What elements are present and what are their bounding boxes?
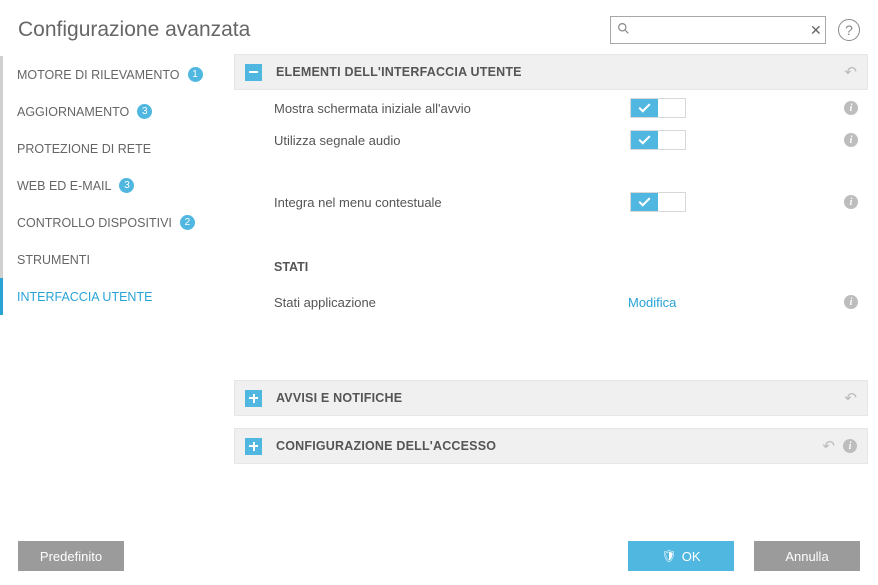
sidebar-item-label: WEB ED E-MAIL [17, 179, 111, 193]
section-header-alerts[interactable]: AVVISI E NOTIFICHE ↶ [234, 380, 868, 416]
cancel-button[interactable]: Annulla [754, 541, 860, 571]
sidebar-badge: 1 [188, 67, 203, 82]
setting-row: Integra nel menu contestuale i [234, 186, 868, 218]
info-icon[interactable]: i [844, 133, 858, 147]
sidebar-item-label: CONTROLLO DISPOSITIVI [17, 216, 172, 230]
sidebar-badge: 2 [180, 215, 195, 230]
section-subheader-states: STATI [234, 248, 868, 286]
sidebar-item-label: MOTORE DI RILEVAMENTO [17, 68, 180, 82]
sidebar-item-network-protection[interactable]: PROTEZIONE DI RETE [0, 130, 234, 167]
setting-label: Integra nel menu contestuale [274, 195, 628, 210]
section-header-ui-elements[interactable]: ELEMENTI DELL'INTERFACCIA UTENTE ↶ [234, 54, 868, 90]
info-icon[interactable]: i [843, 439, 857, 453]
ok-label: OK [682, 549, 701, 564]
section-title: ELEMENTI DELL'INTERFACCIA UTENTE [276, 65, 838, 79]
info-icon[interactable]: i [844, 101, 858, 115]
section-title: CONFIGURAZIONE DELL'ACCESSO [276, 439, 816, 453]
clear-search-icon[interactable]: ✕ [810, 22, 822, 39]
search-icon [617, 22, 630, 38]
section-header-access[interactable]: CONFIGURAZIONE DELL'ACCESSO ↶ i [234, 428, 868, 464]
search-input-wrap[interactable]: ✕ [610, 16, 826, 44]
sidebar-item-tools[interactable]: STRUMENTI [0, 241, 234, 278]
sidebar-badge: 3 [119, 178, 134, 193]
shield-icon: 🛡 [661, 549, 676, 563]
sidebar-item-label: STRUMENTI [17, 253, 90, 267]
setting-label: Mostra schermata iniziale all'avvio [274, 101, 628, 116]
collapse-icon[interactable] [245, 64, 262, 81]
sidebar-item-web-email[interactable]: WEB ED E-MAIL 3 [0, 167, 234, 204]
content: ELEMENTI DELL'INTERFACCIA UTENTE ↶ Mostr… [234, 54, 878, 532]
sidebar-item-label: INTERFACCIA UTENTE [17, 290, 152, 304]
toggle-context-menu[interactable] [630, 192, 686, 212]
toggle-audio-signal[interactable] [630, 130, 686, 150]
info-icon[interactable]: i [844, 195, 858, 209]
search-input[interactable] [634, 23, 810, 38]
reset-icon[interactable]: ↶ [822, 437, 835, 455]
section-title: AVVISI E NOTIFICHE [276, 391, 838, 405]
help-button[interactable]: ? [838, 19, 860, 41]
page-title: Configurazione avanzata [18, 18, 610, 42]
sidebar-item-label: AGGIORNAMENTO [17, 105, 129, 119]
sidebar-item-label: PROTEZIONE DI RETE [17, 142, 151, 156]
ok-button[interactable]: 🛡 OK [628, 541, 734, 571]
setting-row: Utilizza segnale audio i [234, 124, 868, 156]
reset-icon[interactable]: ↶ [844, 389, 857, 407]
header: Configurazione avanzata ✕ ? [0, 0, 878, 54]
sidebar: MOTORE DI RILEVAMENTO 1 AGGIORNAMENTO 3 … [0, 54, 234, 532]
sidebar-item-detection-engine[interactable]: MOTORE DI RILEVAMENTO 1 [0, 56, 234, 93]
footer: Predefinito 🛡 OK Annulla [0, 527, 878, 585]
setting-row: Stati applicazione Modifica i [234, 286, 868, 318]
info-icon[interactable]: i [844, 295, 858, 309]
setting-label: Utilizza segnale audio [274, 133, 628, 148]
toggle-splash-screen[interactable] [630, 98, 686, 118]
sidebar-item-update[interactable]: AGGIORNAMENTO 3 [0, 93, 234, 130]
reset-icon[interactable]: ↶ [844, 63, 857, 81]
default-button[interactable]: Predefinito [18, 541, 124, 571]
expand-icon[interactable] [245, 390, 262, 407]
edit-states-link[interactable]: Modifica [628, 295, 692, 310]
sidebar-item-device-control[interactable]: CONTROLLO DISPOSITIVI 2 [0, 204, 234, 241]
sidebar-badge: 3 [137, 104, 152, 119]
setting-label: Stati applicazione [274, 295, 628, 310]
setting-row: Mostra schermata iniziale all'avvio i [234, 92, 868, 124]
sidebar-item-user-interface[interactable]: INTERFACCIA UTENTE [0, 278, 234, 315]
expand-icon[interactable] [245, 438, 262, 455]
